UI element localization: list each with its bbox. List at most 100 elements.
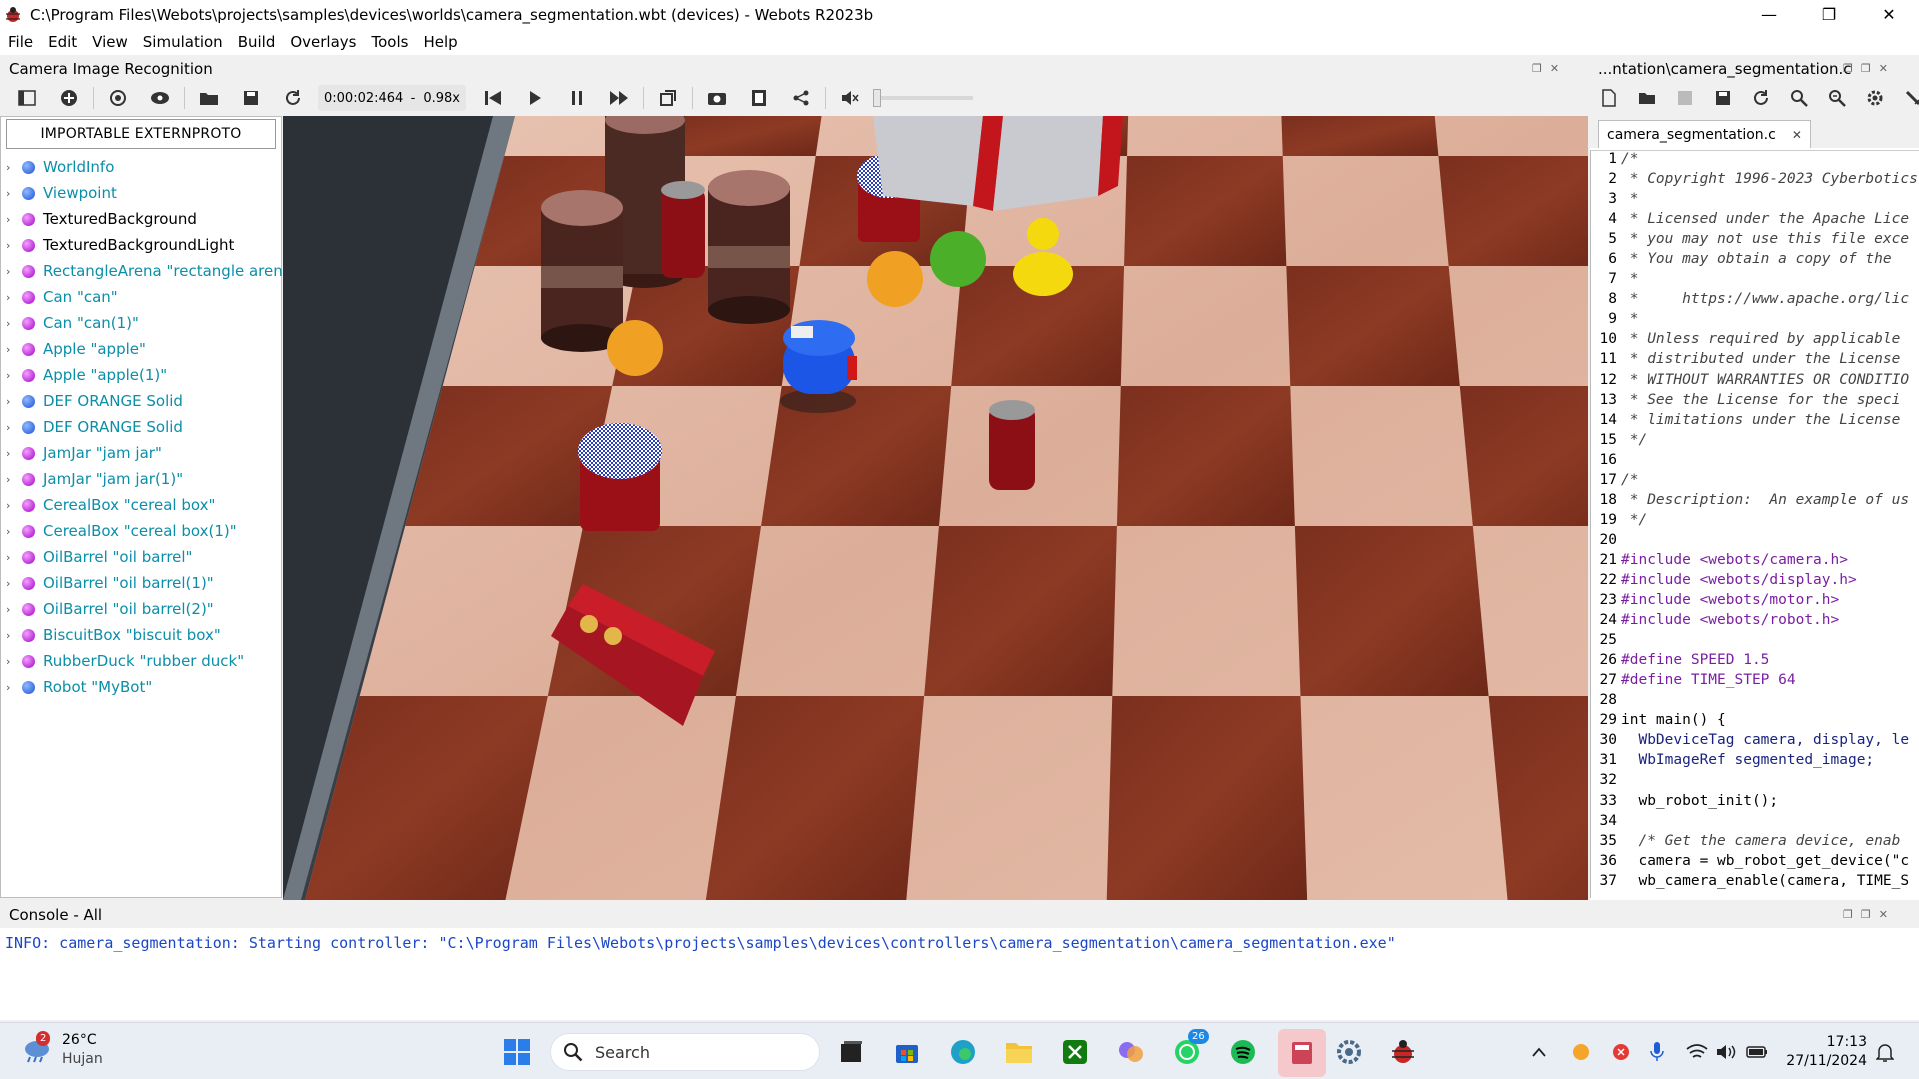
webots-taskbar-icon[interactable] bbox=[1386, 1035, 1420, 1069]
scene-tree-node[interactable]: › WorldInfo bbox=[6, 155, 114, 179]
menu-overlays[interactable]: Overlays bbox=[290, 33, 356, 51]
console-output[interactable]: INFO: camera_segmentation: Starting cont… bbox=[0, 928, 1919, 1020]
open-file-icon[interactable] bbox=[1634, 85, 1660, 111]
scene-tree-node[interactable]: › Robot "MyBot" bbox=[6, 675, 152, 699]
scene-tree-node[interactable]: › TexturedBackgroundLight bbox=[6, 233, 234, 257]
menu-simulation[interactable]: Simulation bbox=[143, 33, 223, 51]
add-node-icon[interactable] bbox=[56, 85, 82, 111]
minimize-button[interactable]: — bbox=[1739, 0, 1799, 29]
float-icon[interactable]: ❐ bbox=[1843, 908, 1853, 921]
scene-tree-node[interactable]: › Can "can" bbox=[6, 285, 118, 309]
new-file-icon[interactable] bbox=[1596, 85, 1622, 111]
record-movie-icon[interactable] bbox=[746, 85, 772, 111]
clean-broom-icon[interactable] bbox=[1900, 85, 1919, 111]
share-icon[interactable] bbox=[788, 85, 814, 111]
scene-tree-node[interactable]: › DEF ORANGE Solid bbox=[6, 415, 183, 439]
spotify-icon[interactable] bbox=[1226, 1035, 1260, 1069]
menu-tools[interactable]: Tools bbox=[371, 33, 408, 51]
maximize-panel-icon[interactable]: ❐ bbox=[1861, 908, 1871, 921]
expand-arrow-icon[interactable]: › bbox=[6, 681, 18, 694]
play-icon[interactable] bbox=[522, 85, 548, 111]
save-icon[interactable] bbox=[238, 85, 264, 111]
open-folder-icon[interactable] bbox=[196, 85, 222, 111]
fast-forward-icon[interactable] bbox=[606, 85, 632, 111]
tray-app-icon[interactable] bbox=[1564, 1035, 1598, 1069]
expand-arrow-icon[interactable]: › bbox=[6, 369, 18, 382]
menu-edit[interactable]: Edit bbox=[48, 33, 77, 51]
code-area[interactable]: 1/* 2 * Copyright 1996-2023 Cyberbotics 3 … bbox=[1590, 150, 1919, 898]
copilot-icon[interactable] bbox=[1114, 1035, 1148, 1069]
scene-tree-node[interactable]: › Can "can(1)" bbox=[6, 311, 139, 335]
scene-tree-node[interactable]: › CerealBox "cereal box" bbox=[6, 493, 215, 517]
screenshot-icon[interactable] bbox=[704, 85, 730, 111]
expand-arrow-icon[interactable]: › bbox=[6, 239, 18, 252]
volume-icon[interactable] bbox=[1710, 1035, 1744, 1069]
scene-tree-node[interactable]: › Viewpoint bbox=[6, 181, 117, 205]
scene-tree-node[interactable]: › JamJar "jam jar" bbox=[6, 441, 162, 465]
expand-arrow-icon[interactable]: › bbox=[6, 499, 18, 512]
revert-file-icon[interactable] bbox=[1748, 85, 1774, 111]
save-file-icon[interactable] bbox=[1672, 85, 1698, 111]
wifi-icon[interactable] bbox=[1680, 1035, 1714, 1069]
menu-file[interactable]: File bbox=[8, 33, 33, 51]
expand-arrow-icon[interactable]: › bbox=[6, 421, 18, 434]
maximize-button[interactable]: ❐ bbox=[1799, 0, 1859, 29]
step-back-icon[interactable] bbox=[480, 85, 506, 111]
scene-tree-node[interactable]: › CerealBox "cereal box(1)" bbox=[6, 519, 237, 543]
edge-browser-icon[interactable] bbox=[946, 1035, 980, 1069]
expand-arrow-icon[interactable]: › bbox=[6, 291, 18, 304]
reload-world-icon[interactable] bbox=[105, 85, 131, 111]
tray-notification-icon[interactable] bbox=[1604, 1035, 1638, 1069]
scene-tree-node[interactable]: › JamJar "jam jar(1)" bbox=[6, 467, 183, 491]
scene-tree-node[interactable]: › DEF ORANGE Solid bbox=[6, 389, 183, 413]
scene-tree-node[interactable]: › OilBarrel "oil barrel(1)" bbox=[6, 571, 214, 595]
toggle-scene-tree-icon[interactable] bbox=[14, 85, 40, 111]
chevron-up-icon[interactable] bbox=[1522, 1035, 1556, 1069]
expand-arrow-icon[interactable]: › bbox=[6, 447, 18, 460]
microphone-icon[interactable] bbox=[1640, 1035, 1674, 1069]
importable-externproto-button[interactable]: IMPORTABLE EXTERNPROTO bbox=[6, 119, 276, 149]
expand-arrow-icon[interactable]: › bbox=[6, 551, 18, 564]
windows-start-icon[interactable] bbox=[500, 1035, 534, 1069]
expand-arrow-icon[interactable]: › bbox=[6, 629, 18, 642]
expand-arrow-icon[interactable]: › bbox=[6, 265, 18, 278]
battery-icon[interactable] bbox=[1740, 1035, 1774, 1069]
menu-build[interactable]: Build bbox=[238, 33, 276, 51]
revert-icon[interactable] bbox=[280, 85, 306, 111]
maximize-panel-icon[interactable]: ❐ bbox=[1861, 62, 1871, 75]
notifications-bell-icon[interactable] bbox=[1868, 1035, 1902, 1069]
taskbar-clock[interactable]: 17:13 27/11/2024 bbox=[1786, 1033, 1867, 1071]
close-tab-icon[interactable]: ✕ bbox=[1792, 128, 1802, 142]
save-as-icon[interactable] bbox=[1710, 85, 1736, 111]
float-icon[interactable]: ❐ bbox=[1532, 62, 1542, 75]
3d-scene[interactable] bbox=[283, 116, 1588, 900]
scene-tree-node[interactable]: › BiscuitBox "biscuit box" bbox=[6, 623, 221, 647]
find-icon[interactable] bbox=[1786, 85, 1812, 111]
expand-arrow-icon[interactable]: › bbox=[6, 161, 18, 174]
xbox-icon[interactable] bbox=[1058, 1035, 1092, 1069]
weather-widget[interactable]: 2 26°C Hujan bbox=[22, 1031, 103, 1069]
pause-icon[interactable] bbox=[564, 85, 590, 111]
taskbar-search[interactable]: Search bbox=[550, 1033, 820, 1071]
menu-help[interactable]: Help bbox=[423, 33, 457, 51]
expand-arrow-icon[interactable]: › bbox=[6, 577, 18, 590]
task-view-icon[interactable] bbox=[834, 1035, 868, 1069]
mute-icon[interactable] bbox=[837, 85, 863, 111]
expand-arrow-icon[interactable]: › bbox=[6, 187, 18, 200]
expand-arrow-icon[interactable]: › bbox=[6, 655, 18, 668]
microsoft-store-icon[interactable] bbox=[890, 1035, 924, 1069]
expand-arrow-icon[interactable]: › bbox=[6, 603, 18, 616]
expand-arrow-icon[interactable]: › bbox=[6, 213, 18, 226]
rendering-icon[interactable] bbox=[655, 85, 681, 111]
scene-tree-node[interactable]: › RubberDuck "rubber duck" bbox=[6, 649, 244, 673]
build-gear-icon[interactable] bbox=[1862, 85, 1888, 111]
expand-arrow-icon[interactable]: › bbox=[6, 473, 18, 486]
close-button[interactable]: ✕ bbox=[1859, 0, 1919, 29]
menu-view[interactable]: View bbox=[92, 33, 128, 51]
scene-tree-node[interactable]: › Apple "apple(1)" bbox=[6, 363, 167, 387]
calculator-app-icon[interactable] bbox=[1278, 1029, 1326, 1077]
scene-tree-node[interactable]: › OilBarrel "oil barrel(2)" bbox=[6, 597, 214, 621]
eye-icon[interactable] bbox=[147, 85, 173, 111]
file-explorer-icon[interactable] bbox=[1002, 1035, 1036, 1069]
expand-arrow-icon[interactable]: › bbox=[6, 317, 18, 330]
